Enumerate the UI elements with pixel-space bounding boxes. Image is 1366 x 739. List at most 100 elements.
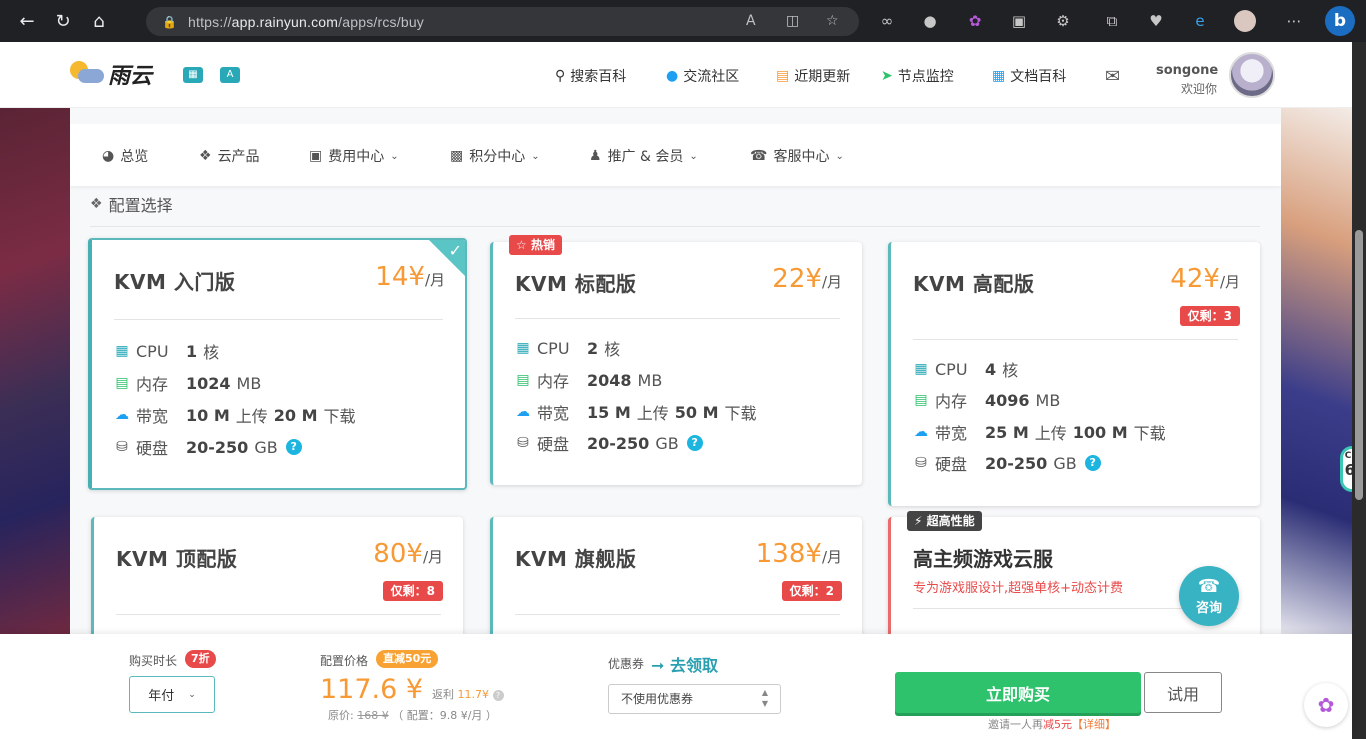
translate-icon[interactable]: A	[220, 67, 240, 83]
edge-icon[interactable]: e	[1189, 10, 1211, 32]
trial-button[interactable]: 试用	[1144, 672, 1222, 713]
collections-icon[interactable]: ▣	[1008, 10, 1030, 32]
tabs-icon[interactable]: ⧉	[1101, 10, 1123, 32]
mail-icon[interactable]: ✉	[1105, 66, 1127, 87]
address-bar[interactable]: 🔒 https://app.rainyun.com/apps/rcs/buy A…	[146, 7, 859, 36]
plan-card-flagship[interactable]: KVM 旗舰版 138¥/月 仅剩：2	[490, 517, 862, 634]
more-menu-icon[interactable]: ⋯	[1283, 10, 1305, 32]
menu-billing[interactable]: ▣ 费用中心 ⌄	[309, 146, 399, 166]
logo[interactable]: 雨云	[70, 58, 152, 90]
coupon-label: 优惠券	[608, 657, 645, 671]
spec-memory: ▤ 内存 4096 MB	[914, 390, 1061, 412]
brain-extension-icon[interactable]: ✿	[964, 10, 986, 32]
headset-icon: ☎	[750, 148, 768, 164]
invite-detail-link[interactable]: 【详细】	[1072, 718, 1116, 731]
spec-disk: ⛁ 硬盘 20-250 GB?	[114, 435, 302, 459]
total-price: 117.6 ¥	[320, 674, 424, 705]
main-panel: ◕ 总览 ❖ 云产品 ▣ 费用中心 ⌄ ▩ 积分中心 ⌄ ♟ 推广 & 会员 ⌄ ☎ 客服中心 ⌄ …	[70, 108, 1281, 634]
favorite-star-icon[interactable]: ☆	[826, 13, 839, 29]
help-icon[interactable]: ?	[686, 435, 703, 451]
plan-card-standard[interactable]: KVM 标配版 22¥/月 ▦ CPU 2 核 ▤ 内存 2048 MB ☁ 带宽 15 M 上传…	[490, 242, 862, 485]
cookie-extension-icon[interactable]: ●	[919, 10, 941, 32]
help-icon[interactable]: ?	[1084, 455, 1101, 471]
menu-points[interactable]: ▩ 积分中心 ⌄	[450, 146, 540, 166]
spec-disk: ⛁ 硬盘 20-250 GB?	[913, 451, 1101, 475]
home-icon[interactable]: ⌂	[86, 8, 112, 34]
nav-node-monitor[interactable]: ➤ 节点监控	[881, 66, 954, 86]
nav-search-wiki[interactable]: ⚲ 搜索百科	[555, 66, 626, 86]
health-icon[interactable]: ♥	[1145, 10, 1167, 32]
rebate: 返利 11.7¥ ?	[432, 686, 504, 702]
profile-avatar[interactable]	[1234, 10, 1256, 32]
plan-card-advanced[interactable]: KVM 高配版 42¥/月 仅剩：3 ▦ CPU 4 核 ▤ 内存 4096 MB ☁ 带宽 2…	[888, 242, 1260, 506]
scrollbar-thumb[interactable]	[1355, 230, 1363, 500]
reader-view-icon[interactable]: ◫	[786, 13, 799, 29]
cloud-upload-icon: ☁	[516, 404, 530, 420]
price-label: 配置价格	[320, 654, 369, 668]
plan-name: KVM 标配版	[515, 272, 637, 296]
nav-recent-updates[interactable]: ▤ 近期更新	[776, 66, 850, 86]
spec-bandwidth: ☁ 带宽 10 M 上传 20 M 下载	[115, 405, 356, 427]
user-name[interactable]: songone	[1156, 63, 1218, 78]
plan-name: KVM 顶配版	[116, 547, 238, 571]
plan-card-entry[interactable]: ✓ KVM 入门版 14¥/月 ▦ CPU 1 核 ▤ 内存 1024 MB ☁ 带宽 10 M…	[88, 238, 467, 490]
nav-docs[interactable]: ▦ 文档百科	[992, 66, 1066, 86]
database-icon: ⛁	[915, 455, 927, 471]
extensions-icon[interactable]: ⚙	[1052, 10, 1074, 32]
price-discount-badge: 直减50元	[376, 650, 439, 668]
brain-assistant-icon[interactable]: ✿	[1304, 683, 1348, 727]
duration-select[interactable]: 年付 ⌄	[129, 676, 215, 713]
users-icon: ♟	[589, 148, 602, 164]
background-art-left	[0, 108, 70, 634]
infinity-extension-icon[interactable]: ∞	[876, 10, 898, 32]
purchase-bar: 购买时长 7折 年付 ⌄ 配置价格 直减50元 117.6 ¥ 返利 11.7¥ …	[0, 634, 1352, 739]
stock-remaining-badge: 仅剩：8	[382, 581, 443, 601]
plan-price: 14¥/月	[375, 262, 445, 292]
help-icon: ?	[492, 690, 504, 701]
hot-badge: ☆ 热销	[509, 235, 562, 255]
memory-icon: ▤	[914, 392, 928, 408]
database-icon: ⛁	[116, 439, 128, 455]
memory-icon: ▤	[115, 375, 129, 391]
read-aloud-icon[interactable]: A	[746, 13, 756, 29]
scrollbar[interactable]	[1352, 42, 1366, 739]
browser-toolbar: ← ↻ ⌂ 🔒 https://app.rainyun.com/apps/rcs…	[0, 0, 1366, 42]
menu-cloud-products[interactable]: ❖ 云产品	[199, 146, 260, 166]
consult-button[interactable]: ☎ 咨询	[1179, 566, 1239, 626]
spec-bandwidth: ☁ 带宽 15 M 上传 50 M 下载	[516, 402, 757, 424]
spec-bandwidth: ☁ 带宽 25 M 上传 100 M 下载	[914, 422, 1166, 444]
sign-in-icon: ➞	[651, 656, 665, 675]
menu-promotion[interactable]: ♟ 推广 & 会员 ⌄	[589, 146, 698, 166]
menu-support[interactable]: ☎ 客服中心 ⌄	[750, 146, 844, 166]
user-greeting: 欢迎你	[1181, 82, 1218, 96]
url-text: https://app.rainyun.com/apps/rcs/buy	[188, 13, 425, 30]
plan-name: KVM 入门版	[114, 270, 236, 294]
cubes-icon: ❖	[90, 196, 103, 212]
spec-cpu: ▦ CPU 4 核	[914, 359, 1019, 381]
image-icon[interactable]: ▦	[183, 67, 203, 83]
news-icon: ▤	[776, 68, 790, 84]
refresh-icon[interactable]: ↻	[50, 8, 76, 34]
menu-overview[interactable]: ◕ 总览	[102, 146, 148, 166]
database-icon: ⛁	[517, 435, 529, 451]
divider	[515, 318, 840, 319]
plan-card-top[interactable]: KVM 顶配版 80¥/月 仅剩：8	[91, 517, 463, 634]
avatar[interactable]	[1229, 52, 1275, 98]
help-icon[interactable]: ?	[285, 439, 302, 455]
nav-community[interactable]: ● 交流社区	[666, 66, 739, 86]
spec-memory: ▤ 内存 1024 MB	[115, 373, 262, 395]
section-title: ❖ 配置选择	[90, 196, 173, 215]
check-icon: ✓	[448, 241, 462, 260]
plan-description: 专为游戏服设计,超强单核+动态计费	[913, 581, 1124, 596]
discount-badge: 7折	[185, 650, 216, 668]
buy-now-button[interactable]: 立即购买	[895, 672, 1141, 713]
claim-coupon-link[interactable]: ➞ 去领取	[651, 652, 718, 676]
search-icon: ⚲	[555, 68, 566, 84]
coupon-select[interactable]: 不使用优惠券 ▲ ▼	[608, 684, 781, 714]
background-art-right	[1281, 108, 1352, 634]
chevron-down-icon: ⌄	[188, 689, 196, 700]
cpu-icon: ▦	[914, 361, 928, 377]
original-price: 原价: 168 ¥ （ 配置：9.8 ¥/月 ）	[328, 709, 497, 722]
bing-icon[interactable]: b	[1325, 6, 1355, 36]
back-icon[interactable]: ←	[14, 8, 40, 34]
